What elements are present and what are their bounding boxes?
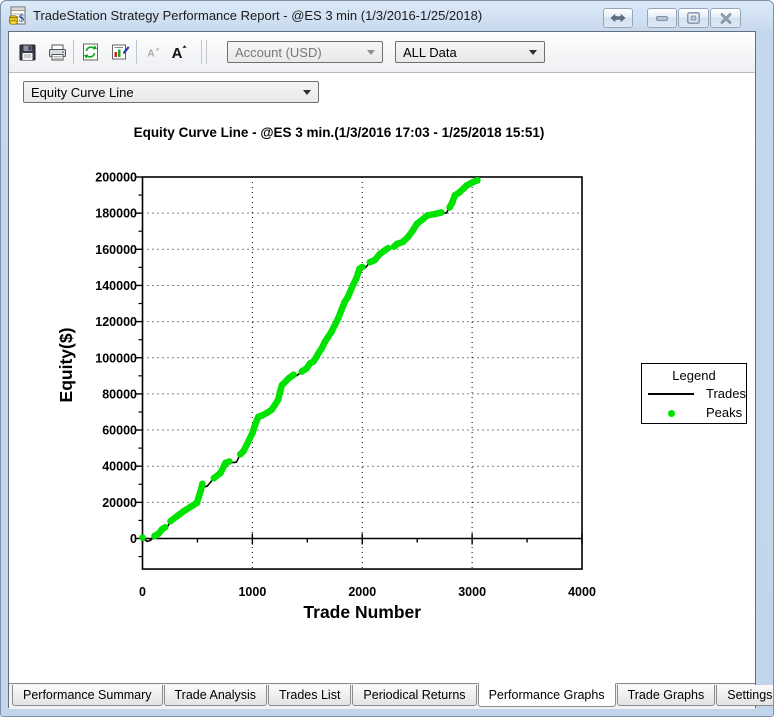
trades-line-swatch — [648, 393, 694, 395]
maximize-button[interactable] — [678, 8, 709, 28]
save-icon — [19, 44, 36, 61]
title-bar[interactable]: $ TradeStation Strategy Performance Repo… — [1, 1, 773, 31]
toolbar-separator — [201, 40, 202, 64]
svg-text:4000: 4000 — [568, 585, 596, 599]
close-button[interactable] — [710, 8, 741, 28]
svg-text:140000: 140000 — [95, 279, 137, 293]
tab-trade-graphs[interactable]: Trade Graphs — [617, 685, 716, 706]
tab-performance-summary[interactable]: Performance Summary — [12, 685, 163, 706]
tab-trades-list[interactable]: Trades List — [268, 685, 351, 706]
client-area: A A Account (USD) ALL Data — [8, 31, 756, 708]
print-icon — [48, 44, 67, 61]
svg-text:Trade Number: Trade Number — [303, 602, 421, 622]
refresh-report-button[interactable] — [80, 42, 100, 62]
legend-entry-trades: Trades — [642, 385, 746, 402]
svg-text:120000: 120000 — [95, 315, 137, 329]
toolbar-separator — [73, 40, 74, 64]
toolbar: A A Account (USD) ALL Data — [9, 32, 755, 73]
app-icon: $ — [8, 6, 28, 26]
toolbar-separator — [136, 40, 137, 64]
data-range-dropdown[interactable]: ALL Data — [395, 41, 545, 63]
svg-text:Equity($): Equity($) — [56, 328, 76, 403]
refresh-icon — [82, 43, 99, 61]
maximize-icon — [687, 12, 700, 24]
chart-legend: Legend Trades Peaks — [641, 363, 747, 424]
svg-text:60000: 60000 — [102, 424, 137, 438]
svg-text:160000: 160000 — [95, 243, 137, 257]
tab-settings[interactable]: Settings — [716, 685, 774, 706]
svg-text:$: $ — [19, 13, 25, 25]
chart-tick-labels: 0200004000060000800001000001200001400001… — [95, 171, 596, 600]
svg-text:A: A — [147, 49, 154, 60]
svg-text:Equity Curve Line - @ES 3 min.: Equity Curve Line - @ES 3 min.(1/3/2016 … — [134, 125, 545, 140]
legend-title: Legend — [642, 368, 746, 383]
chart-axes — [136, 177, 583, 569]
minimize-icon — [656, 14, 668, 22]
svg-text:0: 0 — [130, 532, 137, 546]
svg-text:80000: 80000 — [102, 387, 137, 401]
print-button[interactable] — [47, 42, 67, 62]
account-dropdown[interactable]: Account (USD) — [227, 41, 383, 63]
report-area: 0200004000060000800001000001200001400001… — [9, 73, 755, 683]
format-report-icon — [111, 43, 130, 61]
window-title: TradeStation Strategy Performance Report… — [33, 8, 482, 23]
data-range-dropdown-value: ALL Data — [403, 45, 519, 60]
chevron-down-icon — [529, 50, 537, 55]
minimize-button[interactable] — [647, 8, 677, 28]
chart-gridlines — [143, 177, 583, 569]
tab-trade-analysis[interactable]: Trade Analysis — [164, 685, 268, 706]
peaks-dot-swatch — [668, 410, 675, 417]
toolbar-separator — [206, 40, 207, 64]
chevron-down-icon — [303, 90, 311, 95]
close-icon — [720, 13, 732, 24]
dock-button[interactable] — [603, 8, 633, 28]
chevron-down-icon — [367, 50, 375, 55]
format-report-button[interactable] — [110, 42, 130, 62]
dock-icon — [610, 13, 626, 23]
svg-text:100000: 100000 — [95, 351, 137, 365]
decrease-font-icon: A — [145, 44, 162, 60]
legend-label-trades: Trades — [706, 386, 746, 401]
report-tab-bar: Performance Summary Trade Analysis Trade… — [9, 683, 755, 709]
svg-text:180000: 180000 — [95, 207, 137, 221]
tradestation-report-window: $ TradeStation Strategy Performance Repo… — [0, 0, 774, 717]
increase-font-button[interactable]: A — [169, 42, 189, 62]
svg-text:40000: 40000 — [102, 460, 137, 474]
svg-text:A: A — [172, 45, 183, 61]
save-button[interactable] — [17, 42, 37, 62]
tab-periodical-returns[interactable]: Periodical Returns — [352, 685, 476, 706]
account-dropdown-value: Account (USD) — [235, 45, 357, 60]
svg-text:20000: 20000 — [102, 496, 137, 510]
legend-entry-peaks: Peaks — [642, 404, 746, 421]
peaks-dots — [139, 177, 480, 541]
svg-text:0: 0 — [139, 585, 146, 599]
svg-text:1000: 1000 — [238, 585, 266, 599]
tab-performance-graphs[interactable]: Performance Graphs — [478, 683, 616, 707]
legend-label-peaks: Peaks — [706, 405, 742, 420]
increase-font-icon: A — [169, 43, 189, 61]
graph-type-dropdown[interactable]: Equity Curve Line — [23, 81, 319, 103]
svg-text:2000: 2000 — [348, 585, 376, 599]
svg-text:3000: 3000 — [458, 585, 486, 599]
graph-type-dropdown-value: Equity Curve Line — [31, 85, 293, 100]
svg-text:200000: 200000 — [95, 171, 137, 185]
decrease-font-button[interactable]: A — [143, 42, 163, 62]
